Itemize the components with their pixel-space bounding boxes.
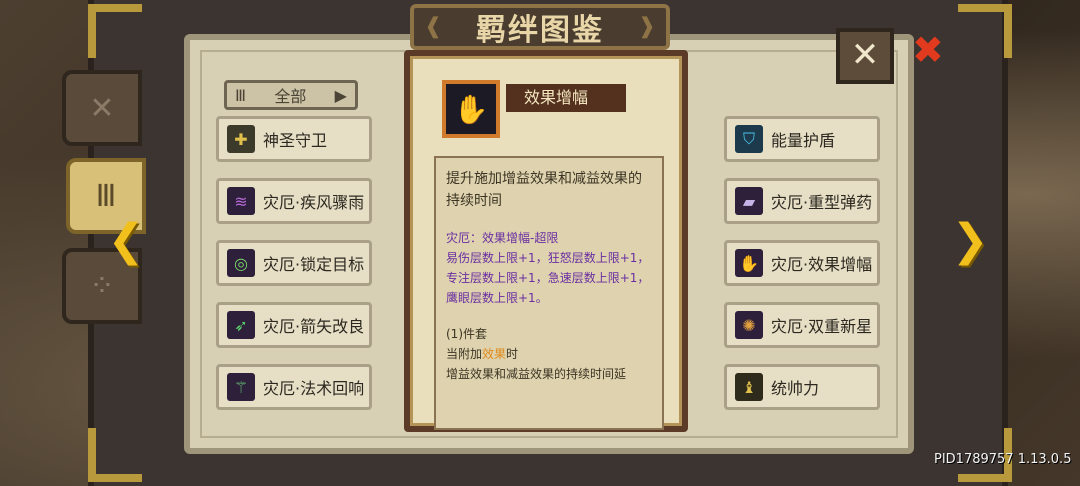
bond-entry[interactable]: ✋ 灾厄·效果增幅 <box>724 240 880 286</box>
bond-entry[interactable]: ≋ 灾厄·疾风骤雨 <box>216 178 372 224</box>
title-banner: ❰ 羁绊图鉴 ❱ <box>410 4 670 50</box>
ammo-icon: ▰ <box>735 187 763 215</box>
bond-entry[interactable]: ⚚ 灾厄·法术回响 <box>216 364 372 410</box>
version-label: PID1789757 1.13.0.5 <box>934 452 1072 467</box>
arrow-icon: ➶ <box>227 311 255 339</box>
bond-description-box: 提升施加增益效果和减益效果的持续时间 灾厄：效果增幅-超限 易伤层数上限+1，狂… <box>434 156 664 430</box>
grid-icon: ⁘ <box>89 268 115 304</box>
frame-corner <box>958 4 1012 58</box>
filter-button[interactable]: Ⅲ 全部 ▶ <box>224 80 358 110</box>
next-page-arrow[interactable]: ❯ <box>950 216 990 266</box>
energy-shield-icon: ⛉ <box>735 125 763 153</box>
close-button[interactable]: ✕ <box>836 28 894 84</box>
bond-entry[interactable]: ✚ 神圣守卫 <box>216 116 372 162</box>
bond-entry[interactable]: ✺ 灾厄·双重新星 <box>724 302 880 348</box>
bonds-icon: Ⅲ <box>95 178 117 214</box>
storm-icon: ≋ <box>227 187 255 215</box>
frame-corner <box>88 4 142 58</box>
close-icon: ✕ <box>850 35 880 75</box>
sword-icon: ✕ <box>89 90 115 126</box>
play-arrow-icon: ▶ <box>334 85 347 105</box>
filter-label: 全部 <box>274 87 307 106</box>
nova-icon: ✺ <box>735 311 763 339</box>
ornament-icon: ❱ <box>637 14 656 39</box>
tab-weapons[interactable]: ✕ <box>62 70 142 146</box>
bond-bonus: 灾厄：效果增幅-超限 易伤层数上限+1，狂怒层数上限+1， 专注层数上限+1，急… <box>446 231 650 305</box>
praying-hands-icon: ✋ <box>442 80 500 138</box>
set-bonus: (1)件套 当附加效果时 增益效果和减益效果的持续时间延 <box>446 327 627 381</box>
praying-hands-icon: ✋ <box>735 249 763 277</box>
chess-icon: ♝ <box>735 373 763 401</box>
target-icon: ◎ <box>227 249 255 277</box>
bond-entry[interactable]: ➶ 灾厄·箭矢改良 <box>216 302 372 348</box>
bond-detail-popup: ✋ 效果增幅 提升施加增益效果和减益效果的持续时间 灾厄：效果增幅-超限 易伤层… <box>404 50 688 432</box>
bond-entry[interactable]: ◎ 灾厄·锁定目标 <box>216 240 372 286</box>
bond-entry[interactable]: ⛉ 能量护盾 <box>724 116 880 162</box>
bond-description: 提升施加增益效果和减益效果的持续时间 <box>446 171 642 209</box>
page-title: 羁绊图鉴 <box>476 13 604 48</box>
staff-icon: ⚚ <box>227 373 255 401</box>
prev-page-arrow[interactable]: ❮ <box>106 216 146 266</box>
frame-corner <box>88 428 142 482</box>
bond-entry[interactable]: ♝ 统帅力 <box>724 364 880 410</box>
bond-name: 效果增幅 <box>506 84 626 112</box>
bond-entry[interactable]: ▰ 灾厄·重型弹药 <box>724 178 880 224</box>
filter-icon: Ⅲ <box>235 85 247 105</box>
close-popup-button[interactable]: ✖ <box>912 28 944 72</box>
shield-cross-icon: ✚ <box>227 125 255 153</box>
ornament-icon: ❰ <box>424 14 443 39</box>
